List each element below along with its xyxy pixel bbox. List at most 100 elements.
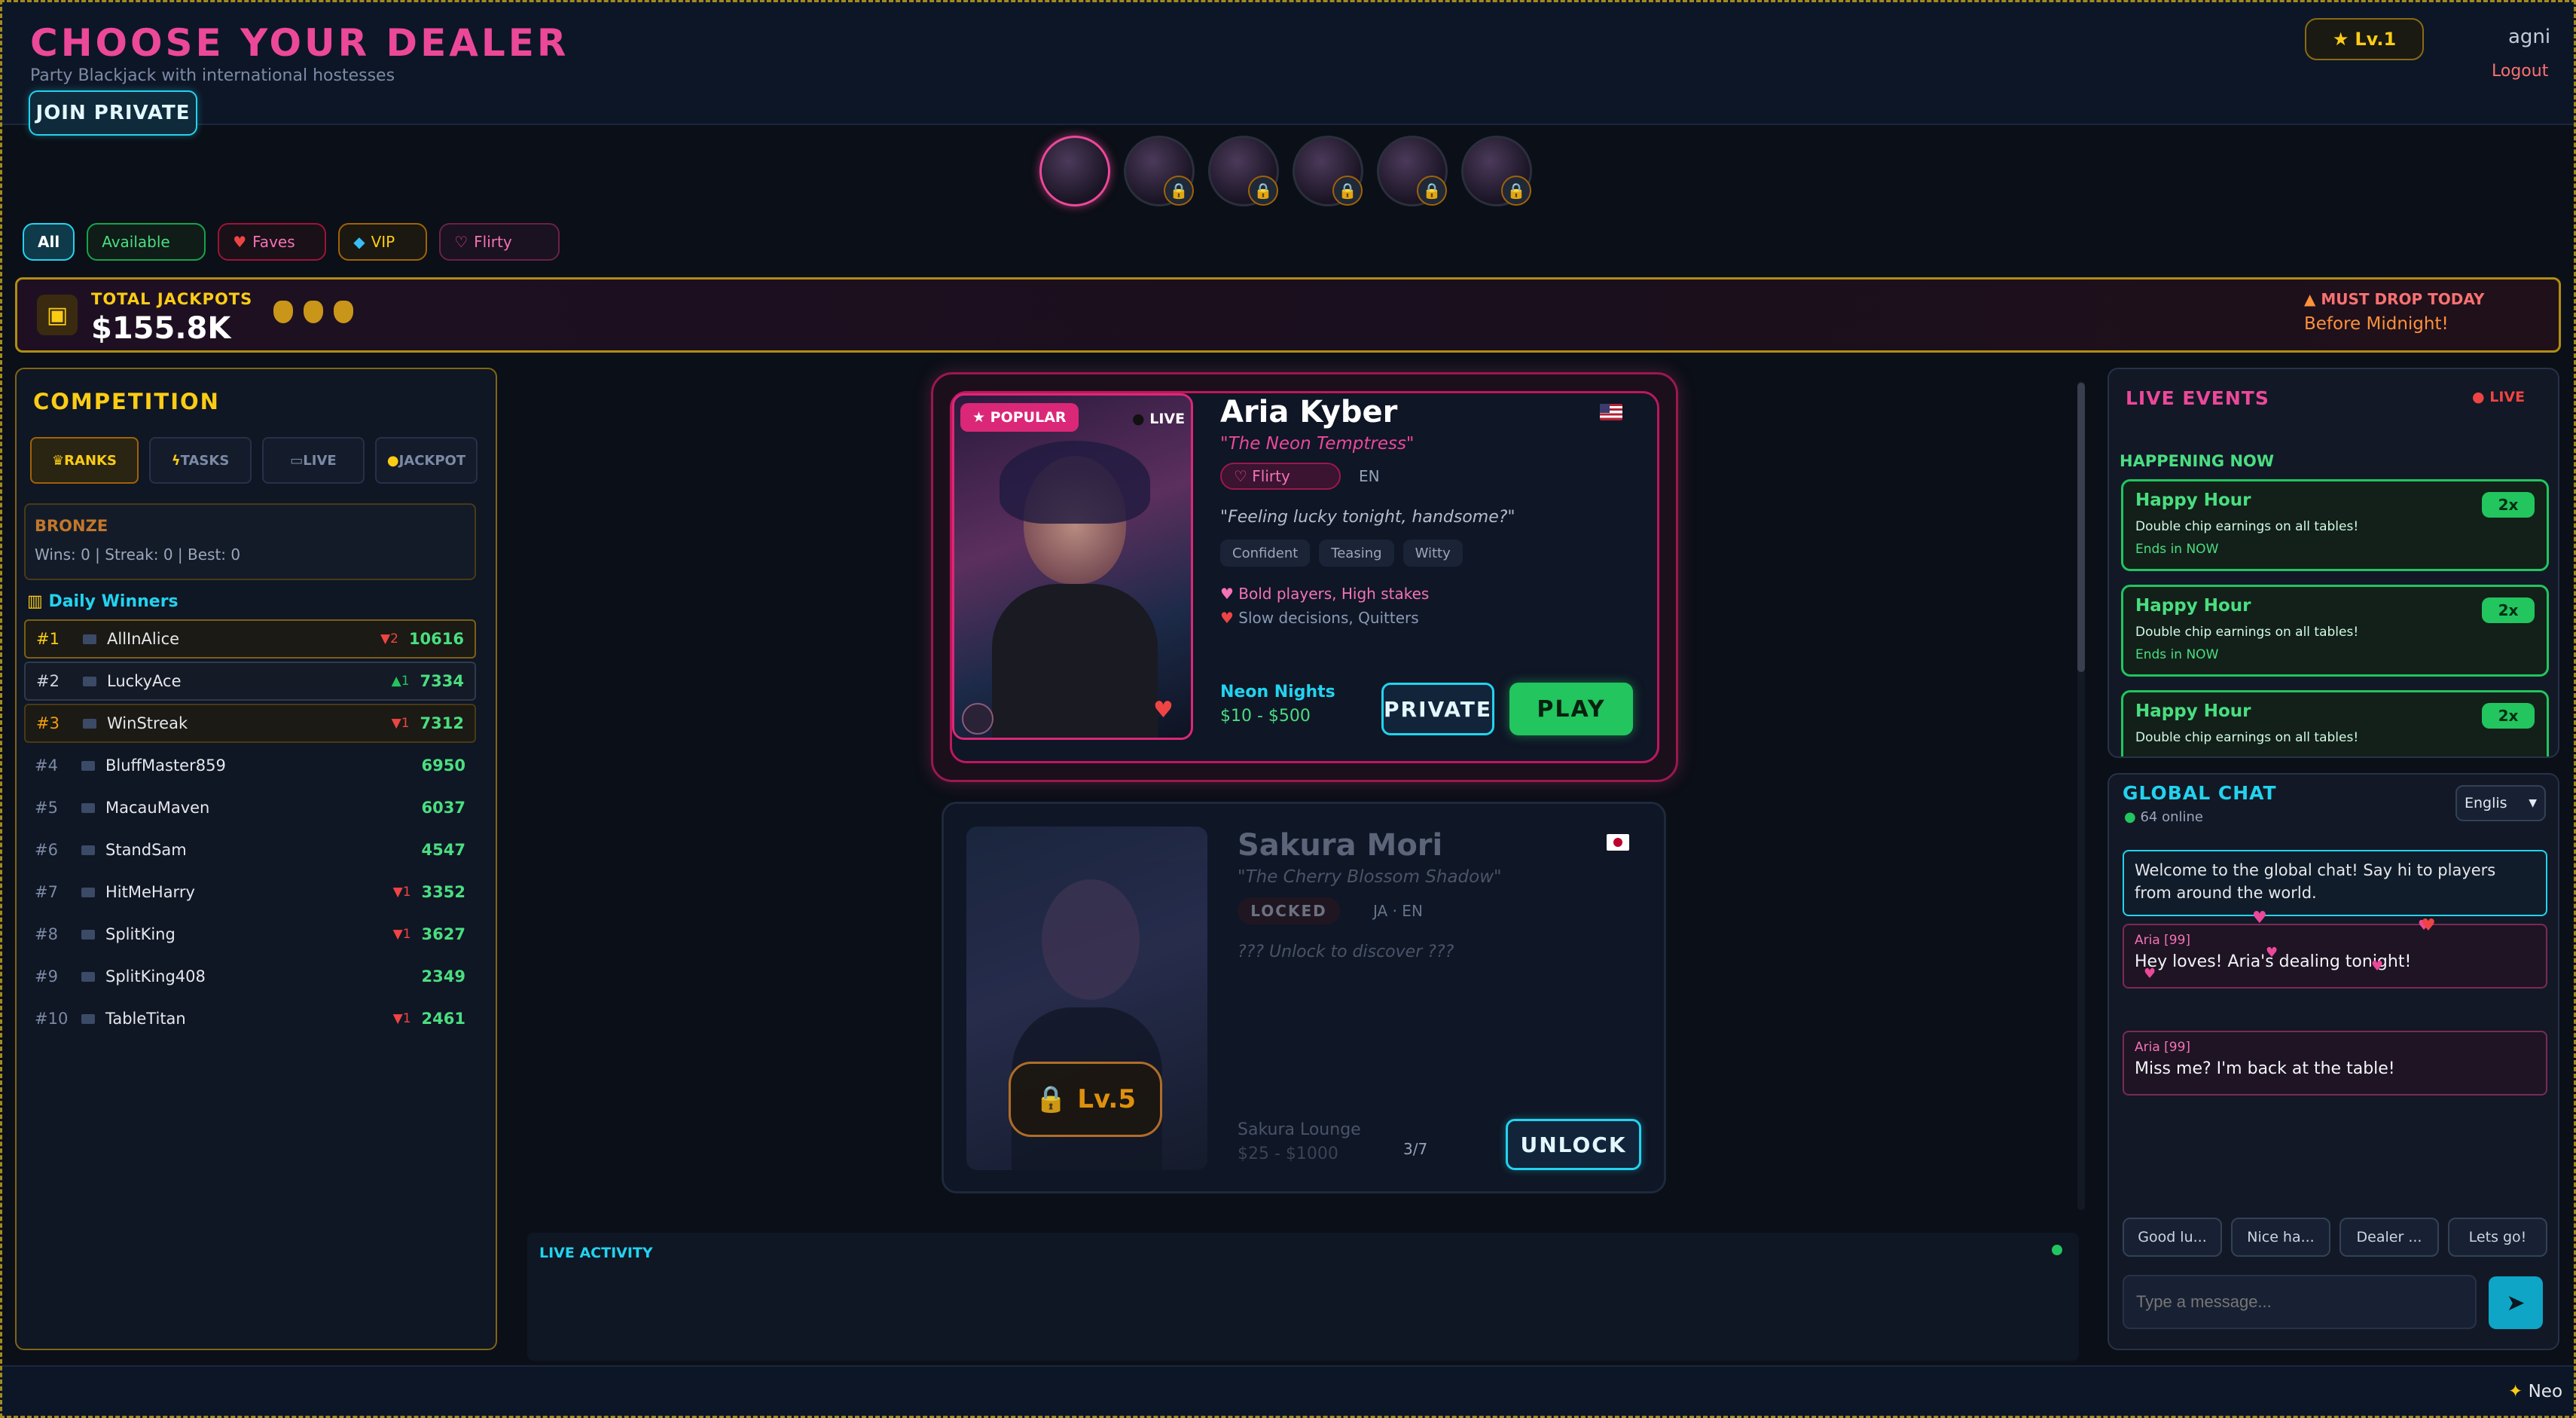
logout-link[interactable]: Logout	[2492, 62, 2548, 81]
event-ends: Ends in NOW	[2135, 647, 2219, 662]
global-chat-title: GLOBAL CHAT	[2123, 782, 2277, 804]
player-score: 3352	[421, 883, 465, 901]
quick-reply-button[interactable]: Good lu...	[2123, 1218, 2222, 1257]
language-select[interactable]: Englis ▼	[2455, 785, 2546, 821]
dealer-list-scrollbar[interactable]	[2077, 381, 2085, 1210]
rank-number: #5	[35, 799, 58, 817]
tab-live-label: LIVE	[303, 452, 337, 469]
star-icon: ★	[972, 409, 990, 426]
trait-list: Confident Teasing Witty	[1220, 539, 1463, 567]
event-description: Double chip earnings on all tables!	[2135, 519, 2359, 534]
quick-reply-button[interactable]: Lets go!	[2448, 1218, 2547, 1257]
quick-reply-button[interactable]: Nice ha...	[2231, 1218, 2330, 1257]
tab-ranks[interactable]: ♛ RANKS	[30, 437, 139, 484]
level-badge[interactable]: ★ Lv.1	[2305, 18, 2424, 60]
arrow-down-icon: ▼	[380, 631, 391, 646]
page-subtitle: Party Blackjack with international hoste…	[30, 66, 395, 85]
send-button[interactable]: ➤	[2489, 1276, 2543, 1329]
tab-tasks[interactable]: ϟ TASKS	[149, 437, 252, 484]
broken-heart-icon: ♥	[1220, 609, 1239, 627]
player-score: 3627	[421, 925, 465, 943]
us-flag-icon	[1600, 404, 1622, 420]
filter-available[interactable]: Available	[87, 223, 206, 261]
rank-number: #4	[35, 756, 58, 775]
filter-flirty[interactable]: ♡ Flirty	[439, 223, 560, 261]
rank-number: #1	[36, 630, 60, 648]
dealer-avatar[interactable]: 🔒	[1124, 136, 1195, 206]
player-name: SplitKing408	[105, 967, 206, 986]
leaderboard-row[interactable]: #2 LuckyAce ▲1 7334	[24, 662, 476, 701]
arrow-down-icon: ▼	[391, 716, 401, 731]
event-card[interactable]: Happy Hour Double chip earnings on all t…	[2121, 690, 2549, 756]
player-name: StandSam	[105, 841, 187, 859]
filter-faves[interactable]: ♥ Faves	[218, 223, 327, 261]
event-title: Happy Hour	[2135, 701, 2251, 721]
rank-number: #2	[36, 672, 60, 690]
tab-jackpot[interactable]: ● JACKPOT	[375, 437, 478, 484]
leaderboard-row[interactable]: #6 StandSam 4547	[24, 830, 476, 869]
quick-reply-button[interactable]: Dealer ...	[2339, 1218, 2439, 1257]
filter-all[interactable]: All	[23, 223, 75, 261]
level-label: Lv.1	[2355, 29, 2397, 50]
lock-icon: 🔒	[1164, 176, 1194, 206]
leaderboard-row[interactable]: #10 TableTitan ▼1 2461	[24, 999, 476, 1038]
chat-input[interactable]	[2123, 1275, 2477, 1329]
dealer-hint: ??? Unlock to discover ???	[1238, 943, 1454, 961]
arrow-down-icon: ▼	[392, 927, 403, 942]
page-title: CHOOSE YOUR DEALER	[30, 21, 569, 65]
chevron-down-icon: ▼	[2529, 797, 2537, 809]
leaderboard-row[interactable]: #5 MacauMaven 6037	[24, 788, 476, 827]
leaderboard-row[interactable]: #7 HitMeHarry ▼1 3352	[24, 872, 476, 912]
rank-number: #8	[35, 925, 58, 943]
floating-heart-icon: ♥	[2371, 958, 2384, 974]
event-card[interactable]: Happy Hour Double chip earnings on all t…	[2121, 585, 2549, 677]
mood-label: Flirty	[1252, 467, 1290, 485]
join-private-button[interactable]: JOIN PRIVATE	[29, 90, 197, 136]
tab-live[interactable]: ▭ LIVE	[262, 437, 365, 484]
unlock-button[interactable]: UNLOCK	[1506, 1119, 1641, 1170]
event-card[interactable]: Happy Hour Double chip earnings on all t…	[2121, 479, 2549, 571]
before-midnight-label: Before Midnight!	[2304, 314, 2449, 334]
dealer-avatar[interactable]	[1039, 136, 1110, 206]
flag-icon	[81, 929, 95, 940]
leaderboard-row[interactable]: #1 AllInAlice ▼2 10616	[24, 619, 476, 659]
leaderboard-row[interactable]: #4 BluffMaster859 6950	[24, 746, 476, 785]
dealer-likes: ♥ Bold players, High stakes	[1220, 585, 1429, 603]
lock-icon: 🔒	[1501, 176, 1531, 206]
private-button[interactable]: PRIVATE	[1381, 683, 1494, 735]
dealer-card-aria[interactable]: ★ POPULAR ● LIVE ♥ Aria Kyber "The Neon …	[931, 372, 1678, 782]
portrait-body	[992, 584, 1158, 738]
dealer-avatar[interactable]: 🔒	[1293, 136, 1363, 206]
favorite-heart-icon[interactable]: ♥	[1153, 697, 1174, 723]
heart-icon: ♥	[233, 233, 247, 251]
filter-vip[interactable]: ◆ VIP	[338, 223, 428, 261]
rank-number: #7	[35, 883, 58, 901]
rank-change-value: 1	[402, 1011, 411, 1026]
dealer-avatar[interactable]: 🔒	[1208, 136, 1279, 206]
money-bag-icon	[304, 301, 323, 323]
scrollbar-thumb[interactable]	[2077, 383, 2085, 672]
play-button[interactable]: PLAY	[1509, 683, 1633, 735]
dealer-language: JA · EN	[1373, 902, 1423, 920]
live-label: LIVE	[1149, 411, 1186, 427]
ticker-label: Neo	[2528, 1382, 2563, 1401]
leaderboard-row[interactable]: #9 SplitKing408 2349	[24, 957, 476, 996]
rank-change-value: 1	[401, 674, 410, 689]
leaderboard-row[interactable]: #8 SplitKing ▼1 3627	[24, 915, 476, 954]
arrow-down-icon: ▼	[392, 885, 403, 900]
chat-message-text: Miss me? I'm back at the table!	[2135, 1059, 2395, 1078]
floating-heart-icon: ♥	[2252, 909, 2267, 928]
dealer-card-sakura[interactable]: 🔒 Lv.5 Sakura Mori "The Cherry Blossom Sh…	[942, 802, 1666, 1193]
lock-icon: 🔒	[1035, 1084, 1067, 1114]
username: agni	[2508, 26, 2551, 48]
daily-winners-label: Daily Winners	[48, 592, 179, 611]
trophy-icon: ♛	[52, 452, 65, 469]
filter-vip-label: VIP	[371, 233, 395, 251]
dealer-avatar[interactable]: 🔒	[1377, 136, 1448, 206]
dealer-portrait[interactable]: ★ POPULAR ● LIVE ♥	[952, 393, 1193, 740]
rank-change-value: 1	[401, 716, 410, 731]
dealer-avatar[interactable]: 🔒	[1461, 136, 1532, 206]
leaderboard-row[interactable]: #3 WinStreak ▼1 7312	[24, 704, 476, 743]
online-count: ● 64 online	[2124, 809, 2203, 825]
star-icon: ★	[2332, 29, 2349, 50]
